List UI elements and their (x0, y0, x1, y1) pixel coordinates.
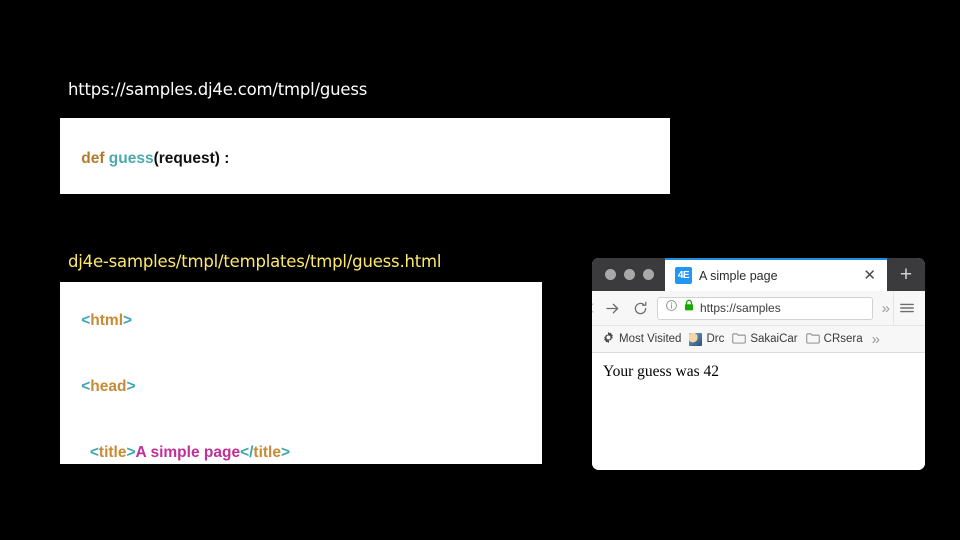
close-window-button[interactable] (605, 269, 616, 280)
python-keyword-def: def (81, 149, 105, 167)
bookmark-drc[interactable]: Drc (687, 332, 726, 346)
python-code-card: def guess(request) : context = {'zap' : … (60, 118, 670, 194)
html-title-text: A simple page (135, 444, 241, 461)
hamburger-menu-icon[interactable] (893, 291, 919, 325)
browser-toolbar: https://samples » (592, 291, 925, 326)
folder-icon (805, 332, 820, 347)
html-code-line-3: <title>A simple page</title> (64, 420, 542, 464)
html-line2-close: > (126, 378, 136, 395)
url-label: https://samples.dj4e.com/tmpl/guess (68, 80, 368, 99)
address-bar[interactable]: https://samples (657, 296, 873, 320)
bookmark-label: CRsera (823, 333, 863, 345)
minimize-window-button[interactable] (624, 269, 635, 280)
browser-window: 4E A simple page ✕ + https://samples » M… (592, 258, 925, 470)
favicon-4e-icon: 4E (675, 267, 692, 284)
address-bar-text[interactable]: https://samples (700, 301, 865, 315)
bookmark-label: Most Visited (619, 333, 682, 345)
window-controls (592, 258, 665, 291)
reload-icon[interactable] (626, 300, 654, 317)
html-line1-tag: html (90, 312, 124, 329)
html-line2-tag: head (90, 378, 127, 395)
new-tab-button[interactable]: + (887, 258, 925, 291)
html-line3-open: < (89, 444, 99, 461)
html-line2-open: < (81, 378, 91, 395)
toolbar-overflow-icon[interactable]: » (879, 300, 893, 317)
tab-title: A simple page (699, 268, 778, 283)
python-code-line-1: def guess(request) : (64, 126, 670, 191)
python-line1-rest: (request) : (153, 149, 230, 167)
html-line3-ctag: title (253, 444, 281, 461)
page-viewport: Your guess was 42 (592, 353, 925, 470)
browser-tab-active[interactable]: 4E A simple page ✕ (665, 258, 887, 291)
html-line3-gt: > (126, 444, 136, 461)
html-code-line-1: <html> (64, 288, 542, 354)
gear-icon (602, 331, 615, 347)
bookmark-most-visited[interactable]: Most Visited (600, 331, 683, 347)
browser-titlebar: 4E A simple page ✕ + (592, 258, 925, 291)
html-line3-tag: title (98, 444, 127, 461)
site-info-icon[interactable] (665, 299, 678, 317)
close-icon[interactable]: ✕ (861, 268, 878, 283)
html-line3-closeopen: </ (240, 444, 254, 461)
bookmark-label: SakaiCar (750, 333, 798, 345)
html-line1-close: > (123, 312, 133, 329)
bookmark-crsera[interactable]: CRsera (804, 332, 865, 347)
template-path-label: dj4e-samples/tmpl/templates/tmpl/guess.h… (68, 252, 442, 271)
bookmark-label: Drc (706, 333, 725, 345)
html-code-card: <html> <head> <title>A simple page</titl… (60, 282, 542, 464)
html-line1-open: < (81, 312, 91, 329)
image-icon (689, 332, 703, 346)
folder-icon (732, 332, 747, 347)
python-function-name: guess (108, 149, 154, 167)
bookmarks-bar: Most Visited Drc SakaiCar CRsera » (592, 326, 925, 353)
page-body-text: Your guess was 42 (603, 363, 719, 380)
bookmark-sakaicar[interactable]: SakaiCar (730, 332, 799, 347)
lock-icon (683, 299, 695, 317)
maximize-window-button[interactable] (643, 269, 654, 280)
html-line3-indent (81, 444, 90, 461)
forward-arrow-icon[interactable] (598, 300, 626, 317)
html-code-line-2: <head> (64, 354, 542, 420)
python-code-line-2: context = {'zap' : '42{ ' (64, 191, 670, 195)
bookmarks-overflow-icon[interactable]: » (869, 331, 883, 348)
html-line3-closegt: > (280, 444, 291, 461)
